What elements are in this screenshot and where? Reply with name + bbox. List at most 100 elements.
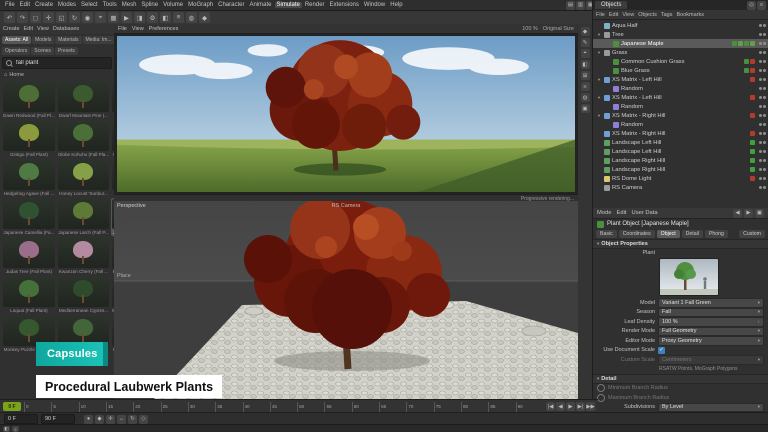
menu-item[interactable]: Modes [56, 2, 78, 8]
timeline-ruler[interactable]: 051015202530354045505560657075808590 [24, 402, 543, 412]
object-row[interactable]: ▾ XS Matrix - Left Hill [593, 75, 768, 84]
asset-filter-tab[interactable]: Models [32, 36, 54, 44]
size-mode-dropdown[interactable]: Original Size [543, 26, 574, 32]
visibility-dots[interactable] [759, 60, 766, 63]
tag-icon[interactable] [750, 77, 755, 82]
tag-icon[interactable] [750, 68, 755, 73]
breadcrumb[interactable]: ⌂ Home [0, 70, 114, 80]
object-row[interactable]: Landscape Right Hill [593, 165, 768, 174]
visibility-dots[interactable] [759, 96, 766, 99]
menu-item[interactable]: Help [388, 2, 404, 8]
menu-item[interactable]: Character [216, 2, 246, 8]
menu-item[interactable]: Window [362, 2, 387, 8]
visibility-dots[interactable] [759, 78, 766, 81]
modeling-icon[interactable]: ◆ [581, 27, 590, 36]
object-row[interactable]: XS Matrix - Right Hill [593, 129, 768, 138]
object-row[interactable]: Landscape Left Hill [593, 147, 768, 156]
tag-icon[interactable] [744, 41, 749, 46]
asset-search[interactable] [2, 57, 112, 69]
asset-item[interactable]: Dwarf Mountain Pine (... [57, 81, 110, 119]
menu-item[interactable]: Create [33, 2, 55, 8]
season-dropdown[interactable]: Fall▾ [658, 308, 764, 318]
visibility-dots[interactable] [759, 42, 766, 45]
render-settings-icon[interactable]: ⚙ [147, 12, 158, 23]
object-row[interactable]: ▾ Grass [593, 48, 768, 57]
layer-icon[interactable]: ≡ [173, 12, 184, 23]
object-row[interactable]: Blue Grass [593, 66, 768, 75]
visibility-dots[interactable] [759, 105, 766, 108]
visibility-dots[interactable] [759, 150, 766, 153]
perspective-viewport[interactable]: Perspective RS Camera Place [114, 201, 578, 399]
range-end-field[interactable]: 90 F [41, 414, 75, 424]
tag-icon[interactable] [750, 176, 755, 181]
record-position-toggle[interactable]: ✛ [106, 415, 115, 424]
visibility-dots[interactable] [759, 114, 766, 117]
object-row[interactable]: Common Cushion Grass [593, 57, 768, 66]
expander-icon[interactable]: ▾ [596, 77, 602, 83]
visibility-dots[interactable] [759, 24, 766, 27]
asset-filter-tab[interactable]: Assets: All [2, 36, 31, 44]
custom-scale-dropdown[interactable]: Centimeters▾ [658, 355, 764, 365]
attributes-menu-item[interactable]: Edit [617, 210, 627, 216]
leaf-density-field[interactable]: 100 %↕ [658, 317, 764, 327]
asset-item[interactable]: Dawn Redwood (Fall Pl... [2, 81, 56, 119]
visibility-dots[interactable] [759, 132, 766, 135]
lock-icon[interactable]: ▣ [755, 209, 764, 218]
tag-icon[interactable] [750, 41, 755, 46]
tag-icon[interactable] [750, 113, 755, 118]
tab-objects[interactable]: Objects [595, 1, 627, 9]
autokey-button[interactable]: ◆ [95, 415, 104, 424]
render-view-icon[interactable]: ▶ [121, 12, 132, 23]
asset-item[interactable]: Honey Locust 'Sunbur... [57, 159, 110, 197]
record-scale-toggle[interactable]: ↔ [117, 415, 126, 424]
asset-filter-tab[interactable]: Materials [55, 36, 81, 44]
object-row[interactable]: RS Camera [593, 183, 768, 192]
menu-item[interactable]: Mesh [120, 2, 139, 8]
asset-item[interactable]: Loquat (Fall Plant) [2, 276, 56, 314]
tag-icon[interactable] [750, 131, 755, 136]
objects-menu-item[interactable]: View [622, 12, 634, 18]
asset-browser-menu-item[interactable]: Edit [24, 26, 33, 32]
asset-item[interactable]: Hedgehog Agave (Fall ... [2, 159, 56, 197]
render-region-icon[interactable]: ◨ [134, 12, 145, 23]
objects-menu-item[interactable]: Bookmarks [676, 12, 704, 18]
previous-frame-button[interactable]: ◀ [556, 402, 565, 411]
asset-browser-menu-item[interactable]: Databases [53, 26, 79, 32]
expander-icon[interactable]: ▾ [596, 50, 602, 56]
tag-icon[interactable] [738, 41, 743, 46]
asset-item[interactable]: Judas Tree (Fall Plant) [2, 237, 56, 275]
object-row[interactable]: Random [593, 102, 768, 111]
asset-item[interactable]: Japanese Camellia (Fa... [2, 198, 56, 236]
layout-1-icon[interactable]: ▤ [566, 1, 575, 10]
picture-viewer-menu-item[interactable]: Preferences [149, 26, 179, 32]
expander-icon[interactable]: ▾ [596, 32, 602, 38]
next-frame-button[interactable]: ▶| [576, 402, 585, 411]
objects-menu-item[interactable]: Tags [661, 12, 673, 18]
visibility-dots[interactable] [759, 141, 766, 144]
play-button[interactable]: ▶ [566, 402, 575, 411]
snapping-icon[interactable]: ◍ [186, 12, 197, 23]
asset-item[interactable]: Globe Kohuhu (Fall Pla... [57, 120, 110, 158]
layout-2-icon[interactable]: ▥ [576, 1, 585, 10]
record-keyframe-button[interactable]: ● [84, 415, 93, 424]
subdivisions-dropdown[interactable]: By Level▾ [658, 403, 764, 413]
viewport-camera-label[interactable]: RS Camera [332, 203, 361, 209]
history-forward-icon[interactable]: ▶ [744, 209, 753, 218]
attribute-tab[interactable]: Basic [596, 230, 617, 238]
section-detail[interactable]: ▾ Detail [593, 374, 768, 384]
objects-menu-item[interactable]: File [596, 12, 605, 18]
visibility-dots[interactable] [759, 33, 766, 36]
render-mode-dropdown[interactable]: Full Geometry▾ [658, 327, 764, 337]
split-view-icon[interactable]: ◧ [581, 60, 590, 69]
record-parameter-toggle[interactable]: ◇ [139, 415, 148, 424]
menu-item[interactable]: File [3, 2, 17, 8]
custom-button[interactable]: Custom [739, 230, 765, 238]
asset-item[interactable]: Mediterranean Cypres... [57, 276, 110, 314]
attribute-tab[interactable]: Coordinates [619, 230, 655, 238]
radio-icon[interactable] [597, 394, 605, 402]
undo-icon[interactable]: ↶ [4, 12, 15, 23]
asset-item[interactable]: Japanese Larch (Fall P... [57, 198, 110, 236]
axis-mode-icon[interactable]: ⌖ [95, 12, 106, 23]
asset-filter-tab[interactable]: Scenes [31, 47, 54, 55]
picture-viewer-menu-item[interactable]: View [132, 26, 144, 32]
